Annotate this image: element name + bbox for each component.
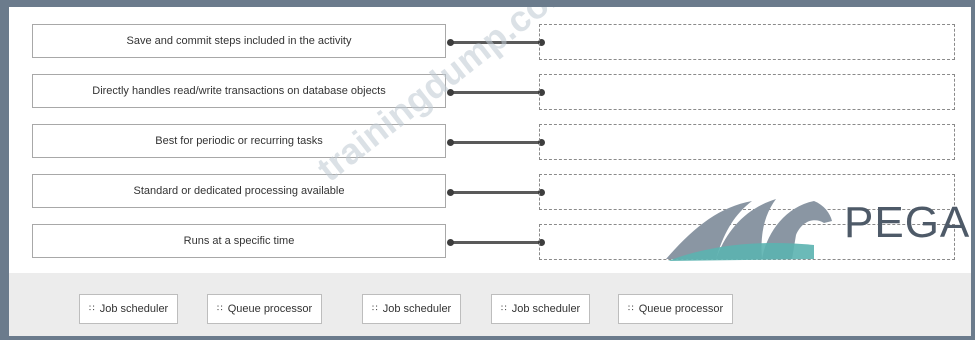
option-job-scheduler[interactable]: ∷ Job scheduler (362, 294, 462, 324)
drag-handle-icon: ∷ (501, 304, 507, 314)
option-label: Job scheduler (382, 303, 452, 315)
connector-line (447, 189, 545, 196)
drag-handle-icon: ∷ (89, 304, 95, 314)
drag-handle-icon: ∷ (372, 304, 378, 314)
statement-label: Directly handles read/write transactions… (92, 85, 386, 97)
option-queue-processor[interactable]: ∷ Queue processor (207, 294, 323, 324)
answer-drop-zone[interactable] (539, 24, 955, 60)
option-label: Queue processor (638, 303, 724, 315)
statement-box: Directly handles read/write transactions… (32, 74, 446, 108)
statement-box: Save and commit steps included in the ac… (32, 24, 446, 58)
statement-box: Runs at a specific time (32, 224, 446, 258)
answer-drop-zone[interactable] (539, 174, 955, 210)
connector-line (447, 39, 545, 46)
answer-drop-zone[interactable] (539, 124, 955, 160)
connector-line (447, 239, 545, 246)
option-queue-processor[interactable]: ∷ Queue processor (618, 294, 734, 324)
window-frame: Save and commit steps included in the ac… (0, 0, 975, 340)
answer-drop-zone[interactable] (539, 74, 955, 110)
option-label: Queue processor (227, 303, 313, 315)
drag-handle-icon: ∷ (217, 304, 223, 314)
statement-label: Standard or dedicated processing availab… (133, 185, 345, 197)
question-panel: Save and commit steps included in the ac… (9, 7, 971, 336)
statement-box: Best for periodic or recurring tasks (32, 124, 446, 158)
option-label: Job scheduler (99, 303, 169, 315)
option-job-scheduler[interactable]: ∷ Job scheduler (79, 294, 179, 324)
connector-line (447, 139, 545, 146)
drag-handle-icon: ∷ (628, 304, 634, 314)
statement-box: Standard or dedicated processing availab… (32, 174, 446, 208)
option-job-scheduler[interactable]: ∷ Job scheduler (491, 294, 591, 324)
statement-label: Best for periodic or recurring tasks (155, 135, 323, 147)
option-label: Job scheduler (511, 303, 581, 315)
statement-label: Runs at a specific time (183, 235, 295, 247)
statement-label: Save and commit steps included in the ac… (126, 35, 352, 47)
connector-line (447, 89, 545, 96)
answer-drop-zone[interactable] (539, 224, 955, 260)
